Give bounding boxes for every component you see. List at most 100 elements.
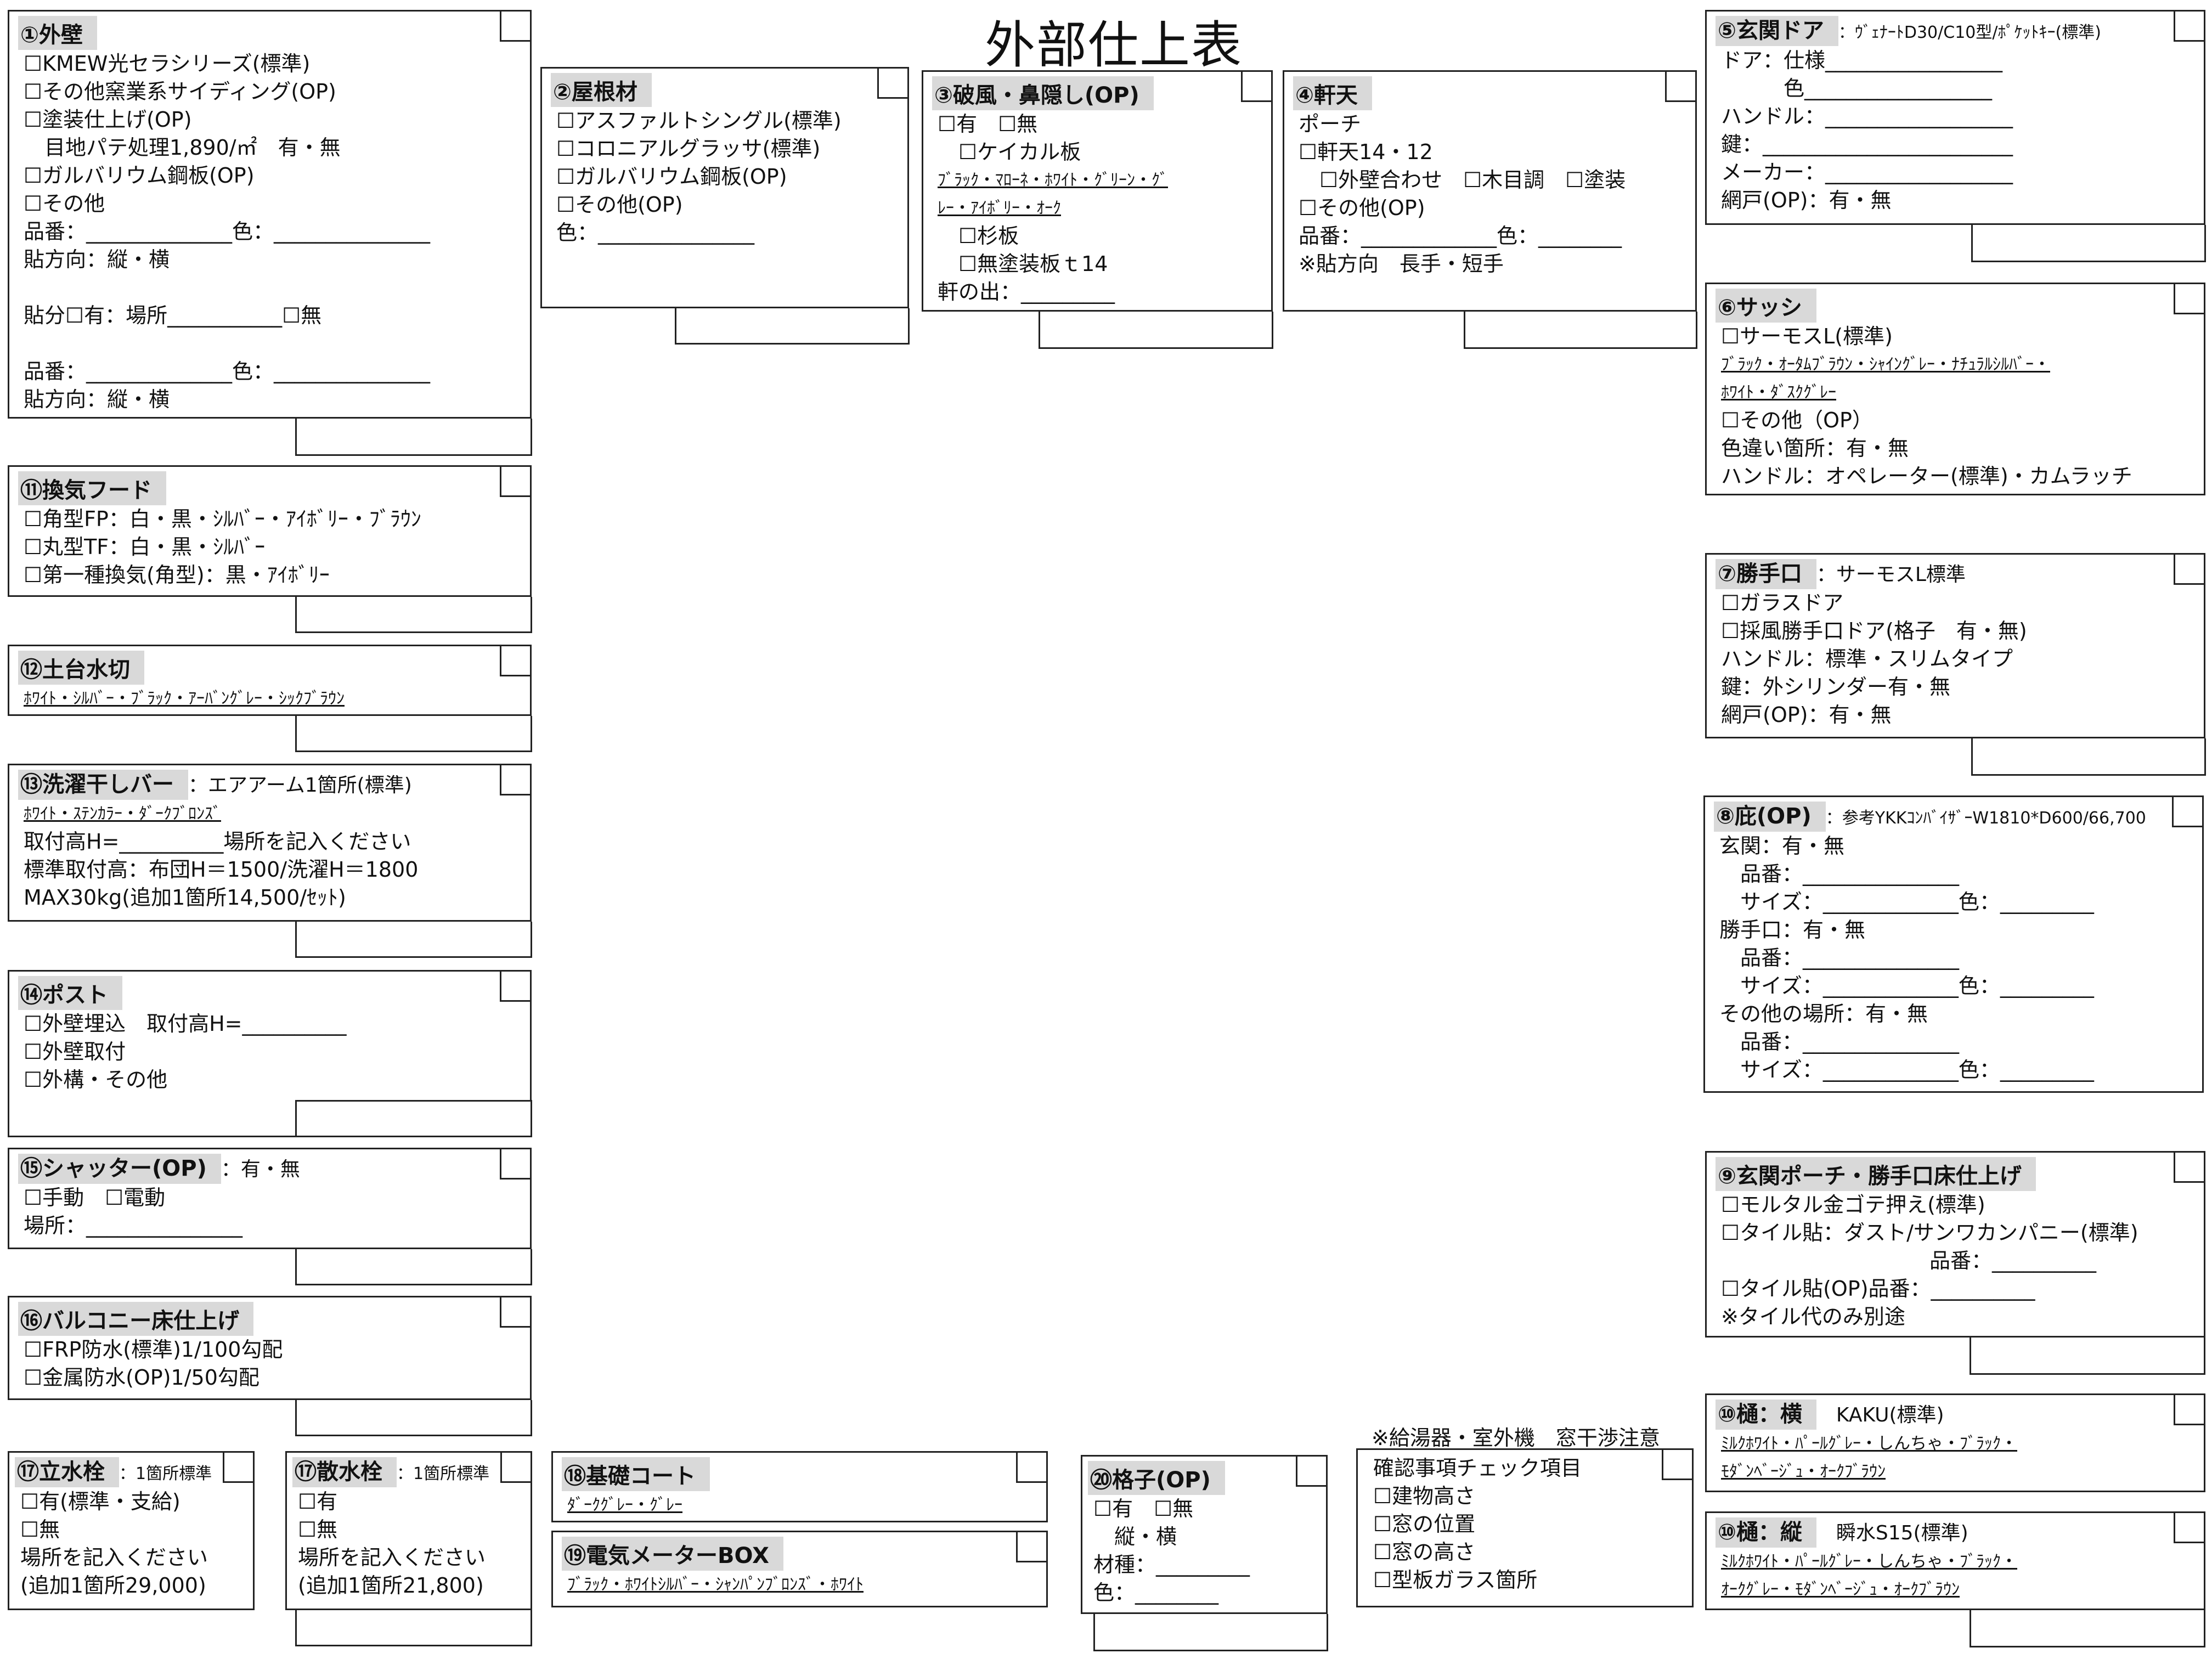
line: 色：________ [1093, 1581, 1219, 1605]
line: 品番：_______________ [1719, 946, 1960, 970]
check-box[interactable] [2172, 795, 2204, 827]
line: ドア：仕様_________________ [1721, 48, 2003, 72]
line: ﾌﾞﾗｯｸ・ﾏﾛｰﾈ・ﾎﾜｲﾄ・ｸﾞﾘｰﾝ・ｸﾞ [938, 171, 1168, 190]
line: ☐採風勝手口ドア(格子 有・無) [1721, 619, 2027, 643]
section-head: ⑬洗濯干しバー [18, 770, 188, 800]
line: ハンドル：標準・スリムタイプ [1721, 647, 2013, 671]
section-head: ⑥サッシ [1716, 289, 1816, 323]
line: サイズ：_____________色：_________ [1719, 890, 2094, 914]
line: ☐タイル貼：ダスト/サンワカンパニー(標準) [1721, 1221, 2138, 1245]
line: 場所：_______________ [24, 1214, 243, 1238]
section-standing-faucet: ⑰立水栓 ：1箇所標準 ☐有(標準・支給) ☐無 場所を記入ください (追加1箇所… [8, 1451, 255, 1610]
check-box[interactable] [877, 67, 909, 99]
section-tab [1971, 738, 2206, 776]
line: 軒の出：_________ [938, 280, 1115, 304]
section-balcony-floor: ⑯バルコニー床仕上げ ☐FRP防水(標準)1/100勾配 ☐金属防水(OP)1/… [8, 1296, 532, 1400]
line: ☐角型FP：白・黒・ｼﾙﾊﾞｰ・ｱｲﾎﾞﾘｰ・ﾌﾞﾗｳﾝ [24, 507, 421, 531]
section-tab [295, 922, 532, 958]
line: ☐無 [20, 1517, 60, 1542]
line: 色違い箇所：有・無 [1721, 436, 1909, 460]
check-box[interactable] [1662, 1448, 1694, 1480]
section-head: ⑩樋：縦 [1716, 1517, 1816, 1548]
section-head: ⑰立水栓 [15, 1457, 119, 1487]
line: ☐型板ガラス箇所 [1373, 1568, 1538, 1592]
check-box[interactable] [2174, 1151, 2205, 1183]
section-head-sub: ：有・無 [221, 1158, 300, 1181]
check-box[interactable] [500, 10, 532, 42]
check-box[interactable] [500, 1148, 532, 1180]
line: 場所を記入ください [20, 1545, 208, 1570]
line: 品番：__________ [1721, 1249, 2097, 1273]
section-head-sub: ：エアアーム1箇所(標準) [188, 774, 412, 797]
section-tab [1039, 312, 1273, 349]
section-head: ③破風・鼻隠し(OP) [932, 76, 1154, 110]
section-head-sub: 瞬水S15(標準) [1816, 1522, 1968, 1544]
line: 色：_______________ [556, 221, 755, 245]
line: ☐丸型TF：白・黒・ｼﾙﾊﾞｰ [24, 535, 266, 559]
check-box[interactable] [2174, 553, 2205, 585]
section-tab [295, 716, 532, 752]
line: サイズ：_____________色：_________ [1719, 1058, 2094, 1082]
check-box[interactable] [2174, 1511, 2205, 1543]
page-title: 外部仕上表 [985, 16, 1243, 75]
line: 縦・横 [1093, 1525, 1177, 1549]
section-head-sub: ：参考YKKｺﾝﾊﾞｲｻﾞｰW1810*D600/66,700 [1825, 809, 2146, 828]
check-box[interactable] [1665, 70, 1697, 102]
check-box[interactable] [223, 1451, 255, 1483]
check-box[interactable] [2174, 1393, 2205, 1425]
line: ☐FRP防水(標準)1/100勾配 [24, 1338, 283, 1362]
line [24, 274, 524, 302]
check-box[interactable] [500, 1296, 532, 1328]
line: ☐ガラスドア [1721, 591, 1844, 615]
section-head-sub: ：ｳﾞｪﾅｰﾄD30/C10型/ﾎﾟｹｯﾄｷｰ(標準) [1838, 23, 2101, 42]
check-box[interactable] [1016, 1451, 1048, 1483]
check-box[interactable] [2174, 10, 2205, 42]
section-tab [295, 419, 532, 456]
section-foundation-coat: ⑱基礎コート ﾀﾞｰｸｸﾞﾚｰ・ｸﾞﾚｰ [551, 1451, 1048, 1522]
section-head-sub: ：サーモスL標準 [1816, 563, 1966, 586]
line: ☐モルタル金ゴテ押え(標準) [1721, 1193, 1985, 1217]
check-box[interactable] [500, 1451, 532, 1483]
line: ☐ケイカル板 [938, 140, 1081, 164]
line: ☐無塗装板ｔ14 [938, 252, 1108, 276]
line: ﾌﾞﾗｯｸ・ﾎﾜｲﾄｼﾙﾊﾞｰ・ｼｬﾝﾊﾟﾝﾌﾞﾛﾝｽﾞ・ﾎﾜｲﾄ [567, 1575, 864, 1594]
line: ☐窓の位置 [1373, 1512, 1476, 1536]
line: 網戸(OP)：有・無 [1721, 703, 1892, 727]
line: ﾐﾙｸﾎﾜｲﾄ・ﾊﾟｰﾙｸﾞﾚｰ・しんちゃ・ﾌﾞﾗｯｸ・ [1721, 1434, 2017, 1453]
line: (追加1箇所29,000) [20, 1573, 206, 1598]
check-box[interactable] [1016, 1531, 1048, 1562]
section-head: ⑱基礎コート [562, 1457, 710, 1491]
section-head: ⑧庇(OP) [1714, 802, 1826, 832]
section-shutter: ⑮シャッター(OP) ：有・無 ☐手動 ☐電動 場所：______________… [8, 1148, 532, 1249]
section-head: ⑪換気フード [18, 471, 166, 505]
section-head: ⑲電気メーターBOX [562, 1537, 783, 1571]
check-box[interactable] [500, 465, 532, 497]
section-porch-floor: ⑨玄関ポーチ・勝手口床仕上げ ☐モルタル金ゴテ押え(標準) ☐タイル貼：ダスト/… [1705, 1151, 2205, 1338]
line: ﾎﾜｲﾄ・ﾀﾞｽｸｸﾞﾚｰ [1721, 383, 1836, 402]
line: 取付高H=__________場所を記入ください [24, 830, 411, 854]
line: ☐外壁合わせ ☐木目調 ☐塗装 [1299, 168, 1626, 192]
line: ☐杉板 [938, 224, 1019, 248]
section-check-items: 確認事項チェック項目 ☐建物高さ ☐窓の位置 ☐窓の高さ ☐型板ガラス箇所 [1356, 1448, 1694, 1607]
line: 色__________________ [1721, 76, 1993, 100]
line: ☐外壁埋込 取付高H=__________ [24, 1012, 347, 1036]
line: (追加1箇所21,800) [298, 1573, 484, 1598]
line: ☐その他(OP) [1299, 196, 1425, 220]
section-tab [295, 1100, 532, 1137]
line: ポーチ [1299, 112, 1362, 136]
line: ☐その他窯業系サイディング(OP) [24, 80, 336, 104]
line: ﾀﾞｰｸｸﾞﾚｰ・ｸﾞﾚｰ [567, 1496, 682, 1515]
check-box[interactable] [1241, 70, 1273, 102]
check-box[interactable] [500, 764, 532, 795]
check-box[interactable] [1296, 1455, 1328, 1487]
section-tab [1971, 225, 2206, 262]
section-head: ②屋根材 [551, 73, 652, 107]
section-head: ①外壁 [18, 16, 97, 50]
line: ☐軒天14・12 [1299, 140, 1433, 164]
section-head: ⑳格子(OP) [1088, 1461, 1225, 1495]
check-box[interactable] [500, 645, 532, 676]
check-box[interactable] [2174, 283, 2205, 314]
check-box[interactable] [500, 970, 532, 1002]
line: ﾌﾞﾗｯｸ・ｵｰﾀﾑﾌﾞﾗｳﾝ・ｼｬｲﾝｸﾞﾚｰ・ﾅﾁｭﾗﾙｼﾙﾊﾞｰ・ [1721, 355, 2050, 374]
section-tab [1970, 1338, 2205, 1375]
